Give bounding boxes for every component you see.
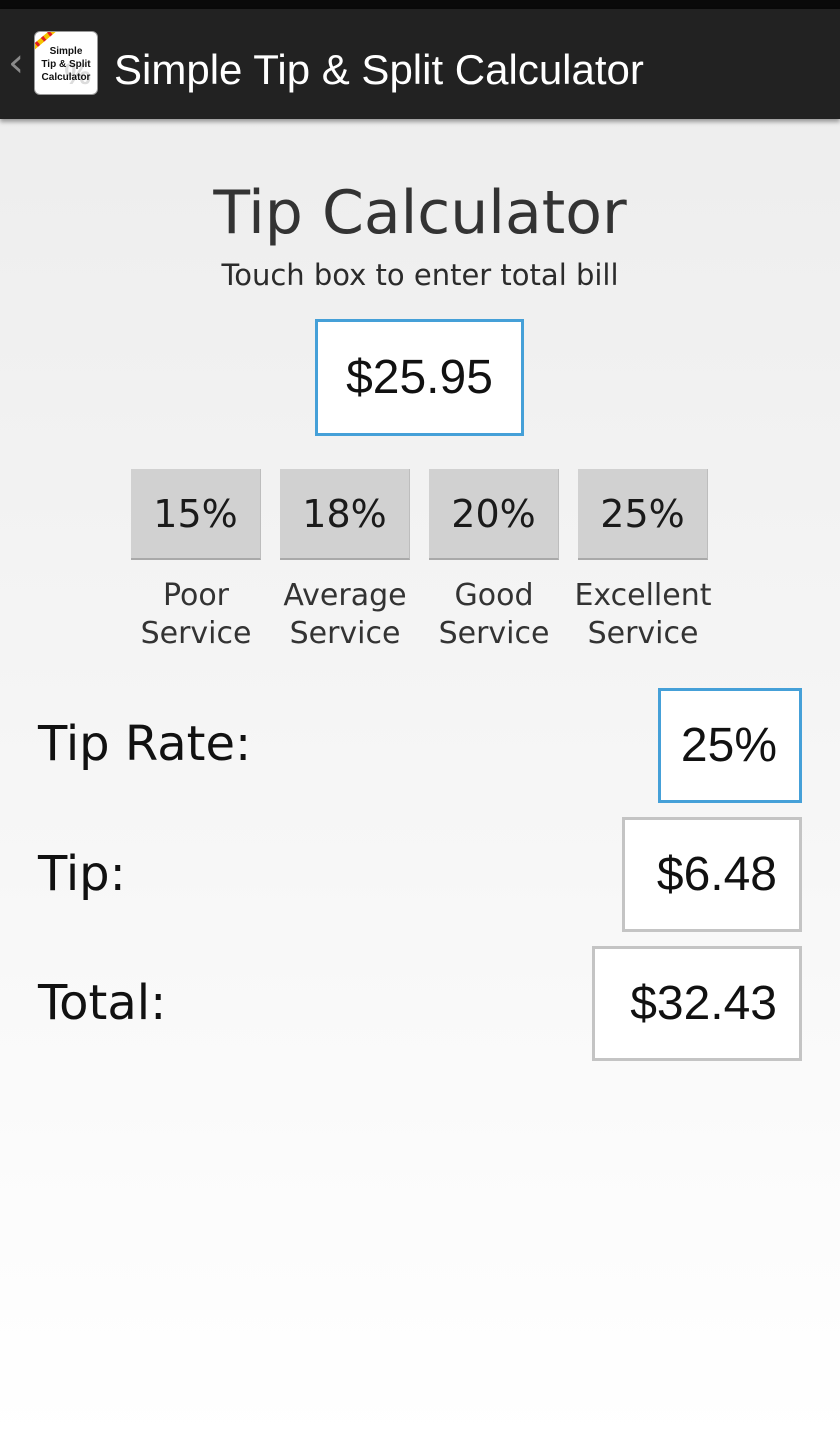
tip-amount-field: $6.48 <box>622 817 802 932</box>
status-bar <box>0 0 840 9</box>
service-label-good: Good Service <box>419 577 569 653</box>
action-bar: ‹ % Simple Tip & Split Calculator Simple… <box>0 9 840 119</box>
service-label-poor: Poor Service <box>121 577 271 653</box>
tip-15-button[interactable]: 15% <box>131 469 261 560</box>
tip-18-button[interactable]: 18% <box>280 469 410 560</box>
service-label-average: Average Service <box>270 577 420 653</box>
tip-rate-input[interactable]: 25% <box>658 688 802 803</box>
tip-label: Tip: <box>38 846 126 902</box>
service-label-line1: Poor <box>162 578 230 613</box>
icon-label: Simple Tip & Split Calculator <box>41 46 91 83</box>
instruction-text: Touch box to enter total bill <box>221 258 619 292</box>
service-label-excellent: Excellent Service <box>568 577 718 653</box>
service-label-line2: Service <box>289 616 401 651</box>
tip-calculator-app-icon[interactable]: % Simple Tip & Split Calculator <box>35 32 97 94</box>
tip-20-button[interactable]: 20% <box>429 469 559 560</box>
service-label-line1: Excellent <box>574 578 712 613</box>
bill-amount-input[interactable]: $25.95 <box>315 319 524 436</box>
page-title: Tip Calculator <box>213 178 627 248</box>
service-label-line1: Good <box>454 578 534 613</box>
service-label-line1: Average <box>283 578 407 613</box>
back-chevron-icon[interactable]: ‹ <box>8 43 24 83</box>
total-amount-field: $32.43 <box>592 946 802 1061</box>
total-label: Total: <box>38 975 167 1031</box>
service-label-line2: Service <box>140 616 252 651</box>
service-label-line2: Service <box>587 616 699 651</box>
tip-rate-label: Tip Rate: <box>38 716 252 772</box>
app-title: Simple Tip & Split Calculator <box>114 46 644 93</box>
tip-25-button[interactable]: 25% <box>578 469 708 560</box>
service-label-line2: Service <box>438 616 550 651</box>
